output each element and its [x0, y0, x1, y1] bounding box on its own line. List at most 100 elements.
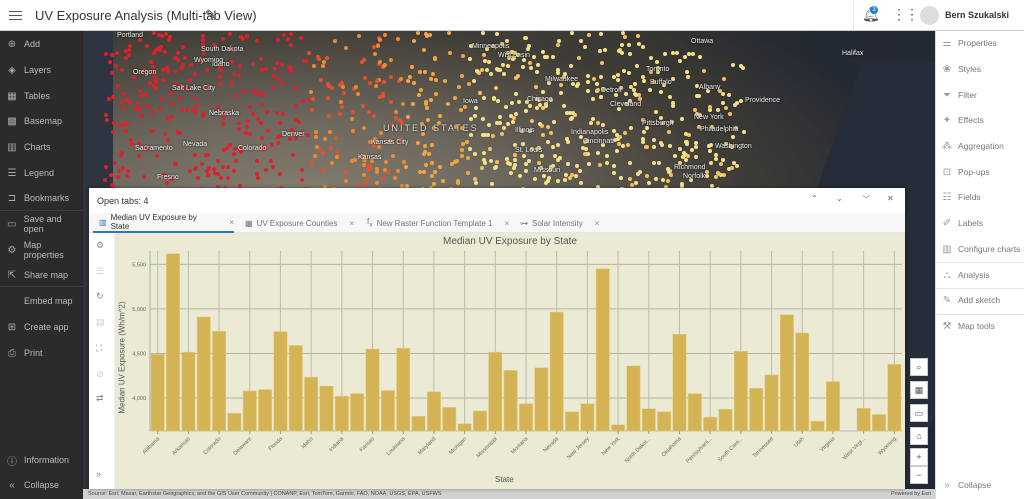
powered-by[interactable]: Powered by Esri	[891, 489, 931, 499]
bar[interactable]	[350, 393, 365, 432]
bar[interactable]	[580, 403, 595, 432]
sidebar-item-add[interactable]: ⊕ Add	[0, 32, 83, 56]
home-icon[interactable]: ⌂	[910, 427, 928, 445]
zoom-in-button[interactable]: +	[910, 448, 928, 466]
bar[interactable]	[273, 331, 288, 432]
bar[interactable]	[212, 330, 226, 432]
bar[interactable]	[595, 268, 610, 432]
expand-rail-icon[interactable]: »	[96, 469, 101, 479]
bar[interactable]	[872, 414, 886, 432]
bar[interactable]	[733, 350, 748, 432]
bar[interactable]	[657, 411, 672, 432]
bar[interactable]	[826, 381, 840, 432]
bar[interactable]	[687, 393, 702, 432]
zoom-out-button[interactable]: −	[910, 466, 928, 484]
search-icon[interactable]: ⌕	[910, 358, 928, 376]
bar[interactable]	[641, 408, 656, 432]
basemap-gallery-icon[interactable]: ▦	[910, 381, 928, 399]
bar[interactable]	[442, 407, 457, 432]
sidebar-item-embed-map[interactable]: Embed map	[0, 289, 83, 313]
close-tab-icon[interactable]: ×	[504, 219, 509, 228]
bar[interactable]	[749, 387, 764, 432]
settings-gear-icon[interactable]: ⚙	[96, 240, 104, 251]
bar[interactable]	[380, 390, 395, 432]
sidebar-item-tables[interactable]: ▦ Tables	[0, 84, 83, 108]
sidebar-item-properties[interactable]: ⚌ Properties	[936, 31, 1024, 55]
list-icon[interactable]: ☰	[96, 266, 104, 277]
sidebar-item-effects[interactable]: ✦ Effects	[936, 108, 1024, 132]
bar[interactable]	[411, 416, 426, 432]
close-icon[interactable]: ✕	[887, 194, 894, 203]
sidebar-item-styles[interactable]: ❀ Styles	[936, 57, 1024, 81]
bar[interactable]	[703, 416, 718, 432]
minimize-icon[interactable]: ﹀	[862, 194, 870, 205]
edit-title-icon[interactable]: ✎	[205, 7, 216, 23]
bar[interactable]	[779, 314, 794, 432]
bar[interactable]	[426, 391, 441, 432]
expand-up-icon[interactable]: ⌃	[811, 194, 818, 203]
bar[interactable]	[626, 365, 641, 432]
expand-down-icon[interactable]: ⌄	[836, 194, 843, 203]
rotate-icon[interactable]: ↻	[96, 291, 104, 302]
menu-icon[interactable]	[9, 8, 22, 22]
bar[interactable]	[166, 253, 180, 432]
sidebar-item-legend[interactable]: ☰ Legend	[0, 161, 83, 185]
collapse-right-button[interactable]: » Collapse	[936, 473, 1024, 497]
bar[interactable]	[549, 311, 564, 432]
bar-chart[interactable]: 4,000 4,500 5,000 5,500 Alabama Arkansas Color…	[115, 233, 905, 489]
sidebar-item-basemap[interactable]: ▩ Basemap	[0, 109, 83, 133]
filter-by-extent-icon[interactable]: ▤	[96, 317, 105, 328]
sidebar-item-share-map[interactable]: ⇱ Share map	[0, 263, 83, 287]
close-tab-icon[interactable]: ×	[595, 219, 600, 228]
bar[interactable]	[319, 385, 334, 432]
bar[interactable]	[672, 334, 687, 432]
bar[interactable]	[565, 411, 579, 432]
bar[interactable]	[795, 332, 810, 432]
bar[interactable]	[810, 420, 825, 432]
sidebar-item-fields[interactable]: ☷ Fields	[936, 185, 1024, 209]
bar[interactable]	[856, 408, 871, 432]
sidebar-item-save-and-open[interactable]: ▭ Save and open	[0, 212, 83, 236]
close-tab-icon[interactable]: ×	[229, 218, 234, 227]
tab-median-uv-exposure[interactable]: ▥ Median UV Exposure by State ×	[93, 213, 234, 233]
sidebar-item-map-tools[interactable]: ⚒ Map tools	[936, 314, 1024, 338]
bar[interactable]	[519, 403, 533, 432]
sidebar-item-aggregation[interactable]: ⁂ Aggregation	[936, 134, 1024, 158]
sidebar-item-layers[interactable]: ◈ Layers	[0, 58, 83, 82]
bar[interactable]	[473, 410, 487, 432]
selection-icon[interactable]: ⛶	[96, 343, 102, 354]
information-button[interactable]: ⓘ Information	[0, 448, 83, 472]
bar[interactable]	[488, 351, 503, 432]
avatar[interactable]	[920, 6, 939, 25]
bar[interactable]	[334, 395, 349, 432]
sidebar-item-charts[interactable]: ▥ Charts	[0, 135, 83, 159]
bar[interactable]	[181, 351, 196, 432]
bar[interactable]	[503, 370, 518, 432]
bar[interactable]	[304, 376, 319, 432]
sidebar-item-filter[interactable]: ⏷ Filter	[936, 83, 1024, 107]
sidebar-item-create-app[interactable]: ⊞ Create app	[0, 315, 83, 339]
sidebar-item-pop-ups[interactable]: ⊡ Pop-ups	[936, 160, 1024, 184]
tab-raster-function-template[interactable]: fx New Raster Function Template 1 ×	[367, 213, 509, 233]
bar[interactable]	[242, 390, 257, 432]
bar[interactable]	[196, 316, 211, 432]
bar[interactable]	[227, 412, 242, 432]
sidebar-item-map-properties[interactable]: ⚙ Map properties	[0, 238, 83, 262]
sidebar-item-analysis[interactable]: ⛬ Analysis	[936, 263, 1024, 287]
bar[interactable]	[288, 345, 303, 432]
sidebar-item-add-sketch[interactable]: ✎ Add sketch	[936, 288, 1024, 312]
bar[interactable]	[365, 348, 380, 432]
bar[interactable]	[764, 374, 779, 432]
bar[interactable]	[718, 408, 733, 432]
bar[interactable]	[457, 423, 472, 432]
close-tab-icon[interactable]: ×	[350, 219, 355, 228]
tab-uv-exposure-counties[interactable]: ▦ UV Exposure Counties ×	[245, 213, 354, 233]
bar[interactable]	[150, 354, 165, 432]
fullscreen-icon[interactable]: ▭	[910, 404, 928, 422]
bar[interactable]	[396, 347, 411, 432]
swap-selection-icon[interactable]: ⇄	[96, 393, 104, 404]
sidebar-item-configure-charts[interactable]: ▥ Configure charts	[936, 237, 1024, 261]
tab-solar-intensity[interactable]: ⊶ Solar Intensity ×	[520, 213, 599, 233]
sidebar-item-bookmarks[interactable]: ⊐ Bookmarks	[0, 186, 83, 210]
clear-selection-icon[interactable]: ⊘	[96, 369, 104, 380]
